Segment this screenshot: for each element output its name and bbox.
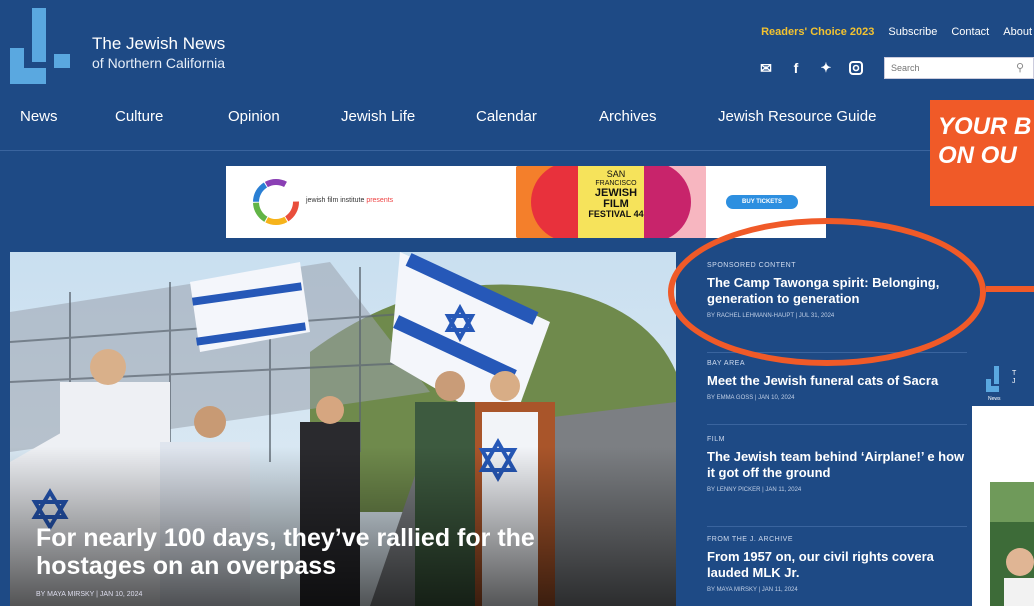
subscribe-link[interactable]: Subscribe <box>888 26 937 38</box>
hero-byline: BY MAYA MIRSKY | JAN 10, 2024 <box>36 591 143 598</box>
search-icon[interactable]: ⚲ <box>1016 61 1028 74</box>
twitter-icon[interactable]: ✦ <box>818 60 834 76</box>
promo-banner[interactable]: YOUR B ON OU <box>930 100 1034 206</box>
buy-tickets-button[interactable]: BUY TICKETS <box>726 195 798 209</box>
ad-festival-line-1: SAN <box>606 169 626 179</box>
readers-choice-link[interactable]: Readers' Choice 2023 <box>761 26 874 38</box>
nav-news[interactable]: News <box>20 108 115 125</box>
search-input[interactable] <box>884 57 1034 79</box>
promo-text: YOUR B ON OU <box>938 112 1031 170</box>
sidebar-divider <box>707 526 967 527</box>
nav-divider <box>0 150 1034 151</box>
ad-circle-logo <box>253 179 299 225</box>
inset-photo <box>990 482 1034 606</box>
contact-link[interactable]: Contact <box>951 26 989 38</box>
nav-opinion[interactable]: Opinion <box>228 108 341 125</box>
sidebar-article: BAY AREA Meet the Jewish funeral cats of… <box>707 360 967 401</box>
inset-title-1: T <box>1012 370 1017 377</box>
about-link[interactable]: About <box>1003 26 1032 38</box>
ad-presents-prefix: jewish film institute <box>306 197 365 204</box>
site-logo[interactable] <box>10 8 80 84</box>
nav-archives[interactable]: Archives <box>599 108 718 125</box>
facebook-icon[interactable]: f <box>788 60 804 76</box>
sidebar-article: FROM THE J. ARCHIVE From 1957 on, our ci… <box>707 536 969 593</box>
hero-headline[interactable]: For nearly 100 days, they’ve rallied for… <box>36 524 636 580</box>
site-name[interactable]: The Jewish News <box>92 34 225 54</box>
inset-title: T J <box>1012 370 1016 386</box>
article-category: FILM <box>707 436 725 443</box>
sidebar-article: FILM The Jewish team behind ‘Airplane!’ … <box>707 436 969 493</box>
nav-resource-guide[interactable]: Jewish Resource Guide <box>718 108 876 125</box>
inset-screenshot: T J News <box>972 352 1034 606</box>
email-icon[interactable]: ✉ <box>758 60 774 76</box>
social-icons: ✉ f ✦ <box>758 60 864 76</box>
highlight-ellipse <box>668 218 986 366</box>
article-title[interactable]: Meet the Jewish funeral cats of Sacra <box>707 373 967 389</box>
article-byline: BY LENNY PICKER | JAN 11, 2024 <box>707 487 802 493</box>
article-category: FROM THE J. ARCHIVE <box>707 536 793 543</box>
inset-title-2: J <box>1012 378 1016 385</box>
ad-presents-word: presents <box>366 197 394 204</box>
highlight-arrow <box>986 286 1034 292</box>
article-title[interactable]: The Jewish team behind ‘Airplane!’ e how… <box>707 449 969 481</box>
nav-jewish-life[interactable]: Jewish Life <box>341 108 476 125</box>
ad-festival-line-5: FESTIVAL 44 <box>588 209 644 219</box>
ad-festival-title: SAN FRANCISCO JEWISH FILM FESTIVAL 44 <box>586 170 646 219</box>
inset-logo-icon <box>986 366 999 392</box>
ad-banner[interactable]: jewish film institute presents SAN FRANC… <box>226 166 826 238</box>
main-nav: News Culture Opinion Jewish Life Calenda… <box>20 108 876 125</box>
promo-line-2: ON OU <box>938 142 1017 169</box>
nav-calendar[interactable]: Calendar <box>476 108 599 125</box>
instagram-icon[interactable] <box>848 60 864 76</box>
top-links: Readers' Choice 2023 Subscribe Contact A… <box>761 26 1032 38</box>
ad-presents-text: jewish film institute presents <box>306 197 393 204</box>
article-byline: BY EMMA GOSS | JAN 10, 2024 <box>707 395 795 401</box>
sidebar-divider <box>707 424 967 425</box>
article-title[interactable]: From 1957 on, our civil rights covera la… <box>707 549 969 581</box>
nav-culture[interactable]: Culture <box>115 108 228 125</box>
promo-line-1: YOUR B <box>938 113 1032 140</box>
article-byline: BY MAYA MIRSKY | JAN 11, 2024 <box>707 587 798 593</box>
site-subtitle[interactable]: of Northern California <box>92 55 225 71</box>
inset-nav-label: News <box>988 396 1001 402</box>
